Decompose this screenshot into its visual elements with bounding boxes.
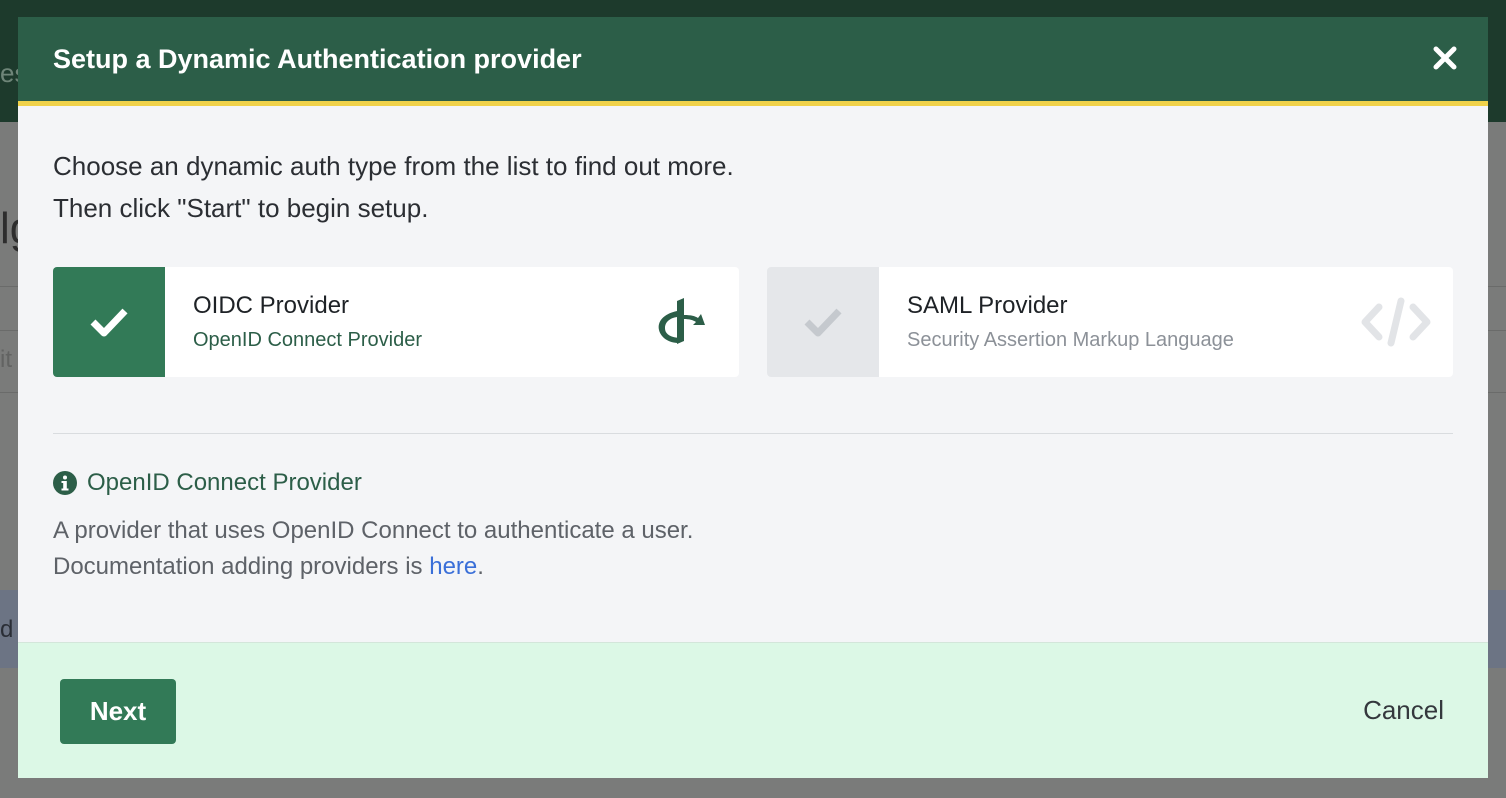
dialog-header: Setup a Dynamic Authentication provider bbox=[18, 17, 1488, 106]
selected-check bbox=[53, 267, 165, 377]
instructions-line-2: Then click "Start" to begin setup. bbox=[53, 193, 429, 223]
provider-description: A provider that uses OpenID Connect to a… bbox=[53, 517, 694, 544]
unselected-check bbox=[767, 267, 879, 377]
background-banner-text: d bbox=[0, 616, 14, 643]
setup-provider-dialog: Setup a Dynamic Authentication provider … bbox=[18, 17, 1488, 778]
check-icon bbox=[804, 308, 842, 337]
cancel-button[interactable]: Cancel bbox=[1363, 695, 1444, 726]
code-icon bbox=[1361, 297, 1431, 347]
documentation-line: Documentation adding providers is here. bbox=[53, 549, 693, 585]
provider-subtitle: OpenID Connect Provider bbox=[193, 329, 423, 351]
background-input-text: it bbox=[0, 346, 12, 373]
provider-card-oidc[interactable]: OIDC Provider OpenID Connect Provider bbox=[53, 267, 739, 377]
provider-info-description: A provider that uses OpenID Connect to a… bbox=[53, 513, 693, 585]
provider-info-heading: OpenID Connect Provider bbox=[53, 469, 362, 497]
dialog-instructions: Choose an dynamic auth type from the lis… bbox=[53, 145, 734, 229]
instructions-line-1: Choose an dynamic auth type from the lis… bbox=[53, 151, 734, 181]
section-divider bbox=[53, 433, 1453, 434]
provider-title: OIDC Provider bbox=[193, 292, 350, 319]
provider-title: SAML Provider bbox=[907, 292, 1068, 319]
documentation-suffix: . bbox=[477, 553, 484, 580]
dialog-footer: Next Cancel bbox=[18, 642, 1488, 778]
close-icon[interactable] bbox=[1432, 45, 1458, 71]
next-button[interactable]: Next bbox=[60, 679, 176, 744]
documentation-text: Documentation adding providers is bbox=[53, 553, 430, 580]
dialog-title: Setup a Dynamic Authentication provider bbox=[53, 44, 582, 74]
provider-info-title: OpenID Connect Provider bbox=[87, 469, 362, 496]
documentation-link[interactable]: here bbox=[429, 553, 477, 580]
provider-subtitle: Security Assertion Markup Language bbox=[907, 329, 1234, 351]
info-icon bbox=[53, 471, 77, 495]
provider-card-saml[interactable]: SAML Provider Security Assertion Markup … bbox=[767, 267, 1453, 377]
openid-icon bbox=[658, 298, 705, 344]
check-icon bbox=[90, 308, 128, 337]
